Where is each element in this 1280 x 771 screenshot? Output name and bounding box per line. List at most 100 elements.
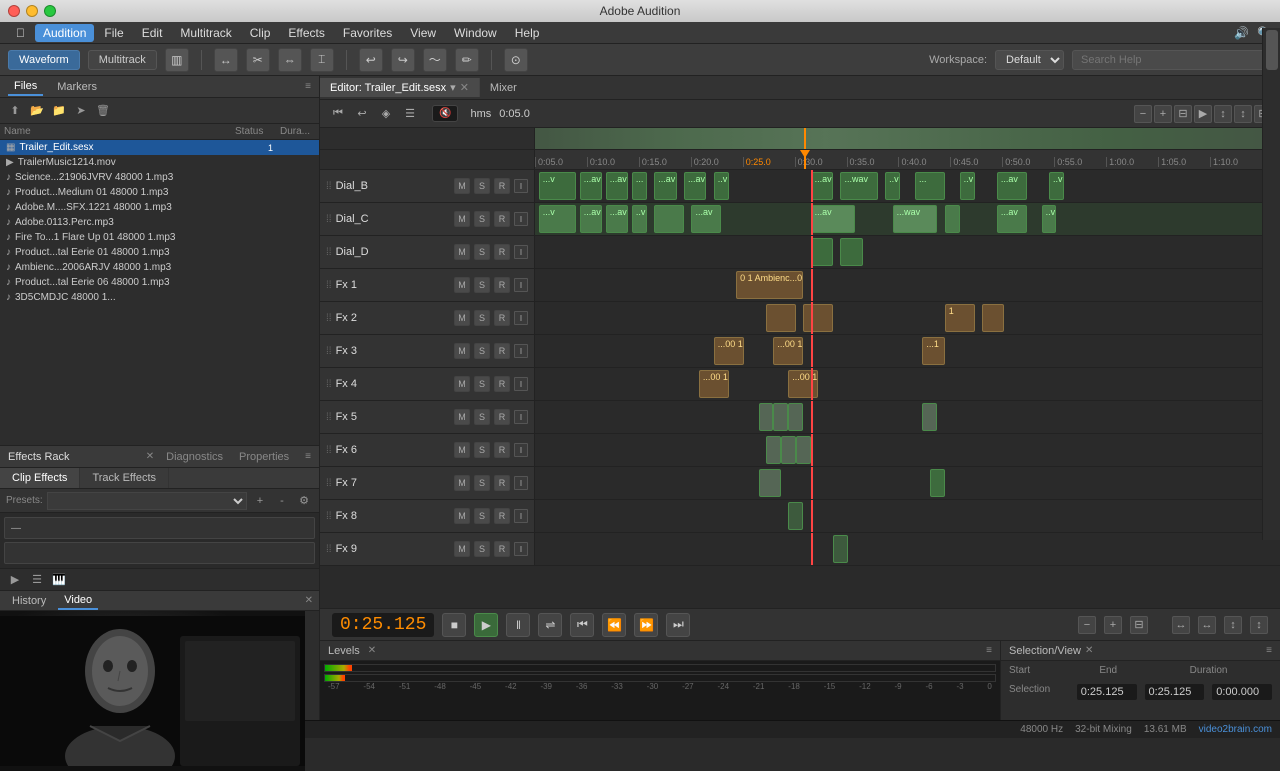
rec-btn-fx2[interactable]: R <box>494 310 510 326</box>
transport-zoom-v-in[interactable]: ↕ <box>1250 616 1268 634</box>
mute-btn-fx7[interactable]: M <box>454 475 470 491</box>
io-btn-fx1[interactable]: I <box>514 278 528 292</box>
zoom-vert-in[interactable]: ↕ <box>1234 105 1252 123</box>
clip-dial-b-0[interactable]: ...v <box>539 172 576 200</box>
clip-fx4-1[interactable]: ...00 1 <box>788 370 818 398</box>
go-start-button[interactable]: ⏮ <box>328 104 348 124</box>
vertical-scrollbar[interactable] <box>1262 100 1280 540</box>
maximize-button[interactable] <box>44 5 56 17</box>
effects-piano-button[interactable]: 🎹 <box>50 571 68 589</box>
mute-btn-fx3[interactable]: M <box>454 343 470 359</box>
io-btn-fx3[interactable]: I <box>514 344 528 358</box>
mute-btn-fx4[interactable]: M <box>454 376 470 392</box>
clip-dial-c-6[interactable]: ...av <box>811 205 856 233</box>
fast-forward-button[interactable]: ⏩ <box>634 613 658 637</box>
clip-dial-b-9[interactable]: ..v <box>885 172 900 200</box>
editor-dropdown-icon[interactable]: ▾ <box>450 81 456 94</box>
file-item-2[interactable]: ♪ Science...21906JVRV 48000 1.mp3 <box>0 170 319 185</box>
scroll-right-button[interactable]: ▶ <box>1194 105 1212 123</box>
move-to-multitrack-button[interactable]: ➤ <box>72 102 90 120</box>
solo-btn-fx7[interactable]: S <box>474 475 490 491</box>
menu-view[interactable]: View <box>402 24 444 42</box>
file-item-4[interactable]: ♪ Adobe.M....SFX.1221 48000 1.mp3 <box>0 200 319 215</box>
clip-dial-c-9[interactable]: ...av <box>997 205 1027 233</box>
solo-btn-fx5[interactable]: S <box>474 409 490 425</box>
clip-dial-d-0[interactable] <box>811 238 833 266</box>
solo-btn-fx8[interactable]: S <box>474 508 490 524</box>
io-btn-dial-c[interactable]: I <box>514 212 528 226</box>
solo-btn-fx4[interactable]: S <box>474 376 490 392</box>
editor-tab-active[interactable]: Editor: Trailer_Edit.sesx ▾ ✕ <box>320 78 480 97</box>
marker-list-button[interactable]: ☰ <box>400 104 420 124</box>
track-content-fx7[interactable] <box>535 467 1280 499</box>
pause-button[interactable]: ‖ <box>506 613 530 637</box>
track-content-fx2[interactable]: 1 <box>535 302 1280 334</box>
mute-btn-dial-d[interactable]: M <box>454 244 470 260</box>
io-btn-fx9[interactable]: I <box>514 542 528 556</box>
track-content-fx3[interactable]: ...00 1 ...00 1 ...1 <box>535 335 1280 367</box>
menu-window[interactable]: Window <box>446 24 505 42</box>
import-button[interactable]: ⬆ <box>6 102 24 120</box>
workspace-select[interactable]: Default <box>995 50 1064 70</box>
clip-fx3-2[interactable]: ...1 <box>922 337 944 365</box>
editor-tab-close[interactable]: ✕ <box>460 81 469 94</box>
io-btn-fx7[interactable]: I <box>514 476 528 490</box>
stop-button[interactable]: ■ <box>442 613 466 637</box>
track-content-dial-b[interactable]: ...v ...av ...av ... ...av ...av ..v ...… <box>535 170 1280 202</box>
undo-button[interactable]: ↩ <box>359 48 383 72</box>
clip-fx4-0[interactable]: ...00 1 <box>699 370 729 398</box>
clip-dial-c-8[interactable] <box>945 205 960 233</box>
diagnostics-tab[interactable]: Diagnostics <box>166 451 223 463</box>
menu-effects[interactable]: Effects <box>280 24 332 42</box>
markers-tab[interactable]: Markers <box>51 79 103 95</box>
zoom-out-button[interactable]: − <box>1134 105 1152 123</box>
clip-dial-b-5[interactable]: ...av <box>684 172 706 200</box>
overview-bar[interactable] <box>535 128 1262 150</box>
sel-options[interactable]: ≡ <box>1266 645 1272 656</box>
delete-file-button[interactable]: 🗑 <box>94 102 112 120</box>
mute-btn-fx5[interactable]: M <box>454 409 470 425</box>
track-content-fx8[interactable] <box>535 500 1280 532</box>
track-content-dial-c[interactable]: ...v ...av ...av ..v ...av ...av ...wav … <box>535 203 1280 235</box>
rec-btn-fx6[interactable]: R <box>494 442 510 458</box>
effects-rack-close[interactable]: ✕ <box>146 451 154 462</box>
track-content-fx4[interactable]: ...00 1 ...00 1 <box>535 368 1280 400</box>
clip-fx3-0[interactable]: ...00 1 <box>714 337 744 365</box>
rec-btn-dial-b[interactable]: R <box>494 178 510 194</box>
effect-slot-2[interactable] <box>4 542 315 564</box>
solo-btn-dial-c[interactable]: S <box>474 211 490 227</box>
clip-fx7-1[interactable] <box>930 469 945 497</box>
clip-dial-b-7[interactable]: ...av <box>811 172 833 200</box>
solo-btn-dial-b[interactable]: S <box>474 178 490 194</box>
menu-help[interactable]: Help <box>507 24 548 42</box>
mute-btn-fx2[interactable]: M <box>454 310 470 326</box>
clip-fx6-1[interactable] <box>781 436 796 464</box>
clip-dial-b-3[interactable]: ... <box>632 172 647 200</box>
remove-effect-button[interactable]: - <box>273 492 291 510</box>
transport-zoom-h-out[interactable]: ↔ <box>1172 616 1190 634</box>
rec-btn-dial-c[interactable]: R <box>494 211 510 227</box>
clip-dial-b-10[interactable]: ... <box>915 172 945 200</box>
rec-btn-fx4[interactable]: R <box>494 376 510 392</box>
zoom-in-button[interactable]: + <box>1154 105 1172 123</box>
zoom-fit-button[interactable]: ⊟ <box>1174 105 1192 123</box>
menu-multitrack[interactable]: Multitrack <box>172 24 239 42</box>
clip-dial-c-3[interactable]: ..v <box>632 205 647 233</box>
clip-dial-c-4[interactable] <box>654 205 684 233</box>
clip-effects-tab[interactable]: Clip Effects <box>0 468 80 488</box>
clip-dial-c-2[interactable]: ...av <box>606 205 628 233</box>
effects-rack-options[interactable]: ≡ <box>305 451 311 462</box>
sel-close[interactable]: ✕ <box>1085 645 1093 656</box>
transport-zoom-v-out[interactable]: ↕ <box>1224 616 1242 634</box>
levels-close[interactable]: ✕ <box>368 645 376 656</box>
clip-fx2-0[interactable] <box>766 304 796 332</box>
menu-edit[interactable]: Edit <box>134 24 171 42</box>
clip-fx3-1[interactable]: ...00 1 <box>773 337 803 365</box>
add-marker-button[interactable]: ◈ <box>376 104 396 124</box>
loop-section-button[interactable]: ↩ <box>352 104 372 124</box>
file-item-1[interactable]: ▶ TrailerMusic1214.mov <box>0 155 319 170</box>
solo-btn-fx1[interactable]: S <box>474 277 490 293</box>
rec-btn-dial-d[interactable]: R <box>494 244 510 260</box>
solo-btn-fx3[interactable]: S <box>474 343 490 359</box>
io-btn-fx6[interactable]: I <box>514 443 528 457</box>
